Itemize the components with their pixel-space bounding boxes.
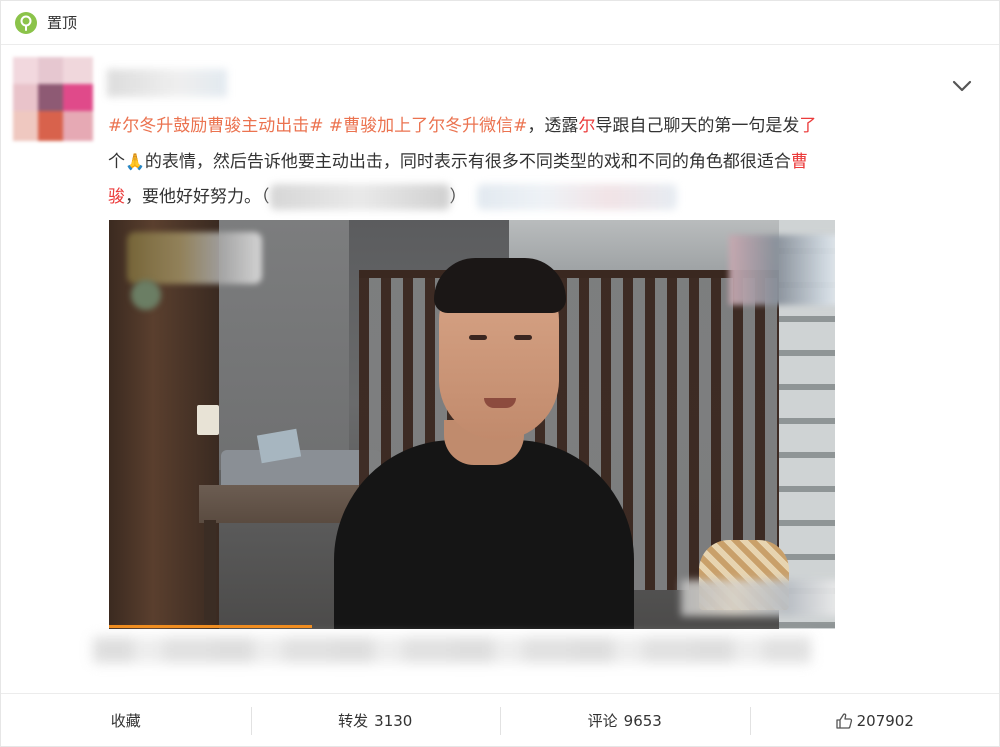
action-bar: 收藏 转发 3130 评论 9653 207902 — [1, 693, 999, 747]
hashtag-link[interactable]: #尔冬升鼓励曹骏主动出击# — [108, 116, 324, 136]
username-blurred[interactable] — [107, 69, 227, 97]
repost-label: 转发 — [338, 712, 369, 730]
video-player[interactable] — [109, 220, 835, 629]
favorite-label: 收藏 — [110, 712, 141, 730]
post-text: #尔冬升鼓励曹骏主动出击# #曹骏加上了尔冬升微信#，透露尔导跟自己聊天的第一句… — [108, 109, 958, 215]
chevron-down-icon[interactable] — [951, 78, 973, 94]
like-button[interactable]: 207902 — [749, 694, 1000, 747]
avatar[interactable] — [13, 57, 93, 143]
pray-emoji: 🙏 — [125, 152, 145, 171]
hashtag-link[interactable]: #曹骏加上了尔冬升微信# — [329, 116, 528, 136]
highlight-text: 了 — [799, 116, 817, 136]
text-segment: ） — [449, 187, 467, 207]
caption-blurred — [93, 637, 811, 663]
text-segment: ，要他好好努力。（ — [125, 187, 270, 207]
highlight-text: 曹 — [790, 152, 808, 172]
text-segment: 导跟自己聊天的第一句是发 — [595, 116, 800, 136]
thumbs-up-icon — [835, 712, 852, 729]
highlight-text: 尔 — [578, 116, 596, 136]
pinned-header: 置顶 — [1, 1, 999, 45]
location-pin-icon — [15, 11, 37, 34]
video-link-blurred[interactable] — [476, 184, 677, 210]
favorite-button[interactable]: 收藏 — [1, 694, 251, 747]
pinned-label: 置顶 — [47, 14, 78, 32]
comment-button[interactable]: 评论 9653 — [500, 694, 750, 747]
comment-count: 9653 — [623, 711, 662, 730]
text-segment: 个 — [108, 152, 125, 172]
highlight-text: 骏 — [108, 187, 125, 207]
weibo-post-card: 置顶 #尔冬升鼓励曹骏主动出击# #曹骏加上了尔冬升微信#，透露尔导跟自己聊天的… — [0, 0, 1000, 747]
repost-button[interactable]: 转发 3130 — [250, 694, 501, 747]
like-count: 207902 — [856, 711, 914, 730]
video-progress-bar[interactable] — [109, 625, 312, 628]
source-link-blurred[interactable] — [269, 184, 450, 210]
repost-count: 3130 — [374, 711, 413, 730]
text-segment: 的表情，然后告诉他要主动出击，同时表示有很多不同类型的戏和不同的角色都很适合 — [144, 152, 791, 172]
comment-label: 评论 — [587, 712, 618, 730]
text-segment: ，透露 — [527, 116, 579, 136]
